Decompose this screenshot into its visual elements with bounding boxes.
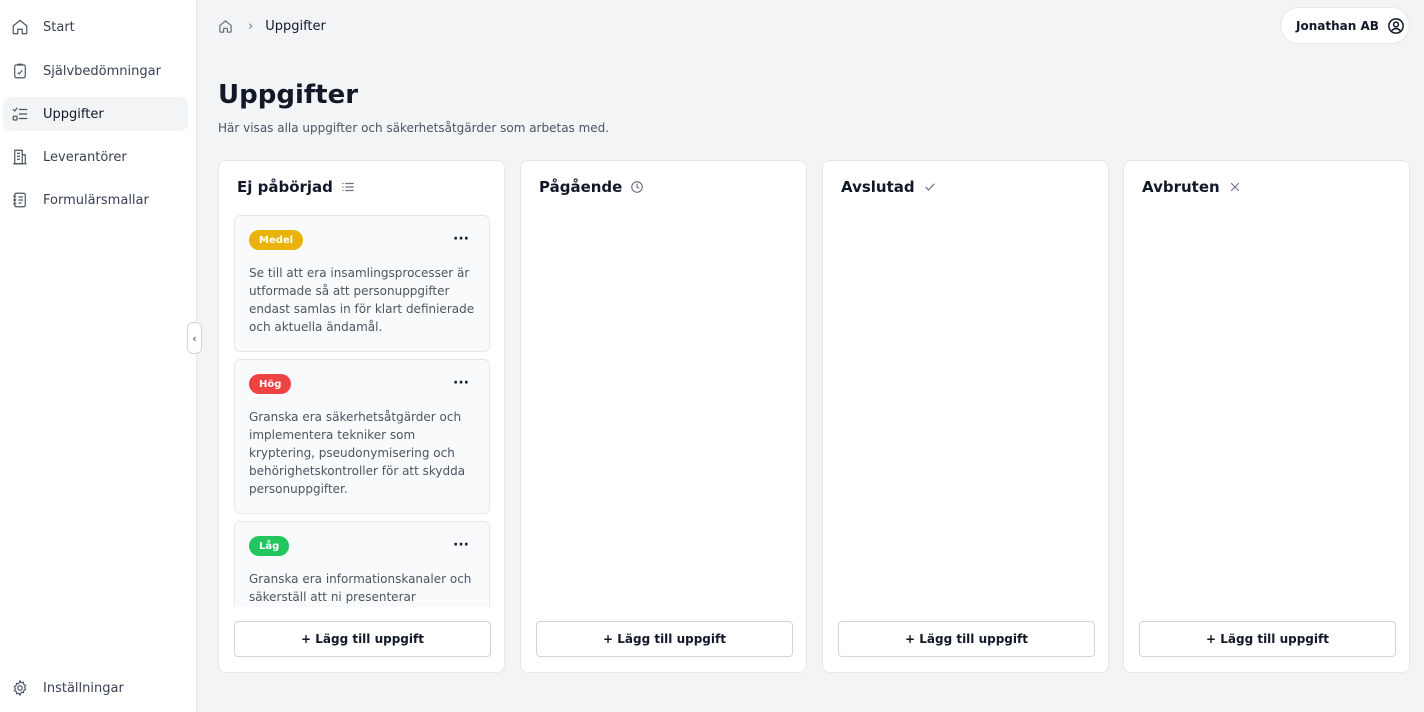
column-completed: Avslutad + Lägg till uppgift [822,160,1109,673]
list-icon [341,180,355,194]
gear-icon [11,679,29,697]
sidebar-item-label: Inställningar [43,680,124,696]
card-text: Granska era informationskanaler och säke… [249,572,472,604]
more-options-icon[interactable]: ··· [453,538,469,552]
priority-badge: Hög [249,374,292,394]
building-icon [11,148,29,166]
add-task-button[interactable]: + Lägg till uppgift [1139,621,1396,657]
check-icon [923,180,937,194]
column-header: Pågående [539,178,644,196]
account-name: Jonathan AB [1296,18,1379,33]
card-list[interactable]: Medel ··· Se till att era insamlingsproc… [234,215,490,607]
sidebar-item-start[interactable]: Start [3,10,188,44]
home-icon [11,18,29,36]
column-title: Avbruten [1142,178,1220,196]
column-title: Pågående [539,178,623,196]
priority-badge: Låg [249,536,290,556]
sidebar-item-label: Start [43,19,75,35]
column-header: Avslutad [841,178,937,196]
task-card[interactable]: Medel ··· Se till att era insamlingsproc… [234,215,490,352]
task-list-icon [11,105,29,123]
card-text: Se till att era insamlingsprocesser är u… [249,266,475,334]
page-subtitle: Här visas alla uppgifter och säkerhetsåt… [218,121,610,135]
task-card[interactable]: Låg ··· Granska era informationskanaler … [234,521,490,607]
column-title: Ej påbörjad [237,178,333,196]
chevron-right-icon: › [248,18,254,34]
column-title: Avslutad [841,178,915,196]
task-card[interactable]: Hög ··· Granska era säkerhetsåtgärder oc… [234,359,490,514]
sidebar-item-tasks[interactable]: Uppgifter [3,97,188,131]
breadcrumb-current: Uppgifter [265,18,326,34]
clipboard-icon [11,62,29,80]
column-not-started: Ej påbörjad Medel ··· Se till att era in… [218,160,505,673]
sidebar-item-form-templates[interactable]: Formulärsmallar [3,183,188,217]
x-icon [1228,180,1242,194]
user-circle-icon [1388,17,1404,34]
column-header: Avbruten [1142,178,1242,196]
sidebar-item-label: Formulärsmallar [43,192,149,208]
page-title: Uppgifter [218,80,359,110]
add-task-button[interactable]: + Lägg till uppgift [838,621,1095,657]
more-options-icon[interactable]: ··· [453,376,469,390]
sidebar-item-suppliers[interactable]: Leverantörer [3,140,188,174]
notebook-icon [11,191,29,209]
more-options-icon[interactable]: ··· [453,232,469,246]
priority-badge: Medel [249,230,304,250]
breadcrumb: › Uppgifter [218,16,326,36]
add-task-button[interactable]: + Lägg till uppgift [234,621,491,657]
sidebar: Start Självbedömningar Uppgifter Leveran… [0,0,197,712]
column-cancelled: Avbruten + Lägg till uppgift [1123,160,1410,673]
sidebar-item-settings[interactable]: Inställningar [3,671,188,705]
sidebar-collapse-button[interactable]: ‹ [187,322,202,354]
sidebar-item-self-assessments[interactable]: Självbedömningar [3,54,188,88]
card-text: Granska era säkerhetsåtgärder och implem… [249,410,466,496]
sidebar-item-label: Självbedömningar [43,63,161,79]
sidebar-item-label: Uppgifter [43,106,104,122]
account-button[interactable]: Jonathan AB [1280,7,1410,44]
add-task-button[interactable]: + Lägg till uppgift [536,621,793,657]
clock-icon [630,180,644,194]
sidebar-item-label: Leverantörer [43,149,127,165]
column-header: Ej påbörjad [237,178,355,196]
home-icon[interactable] [218,19,233,34]
column-in-progress: Pågående + Lägg till uppgift [520,160,807,673]
